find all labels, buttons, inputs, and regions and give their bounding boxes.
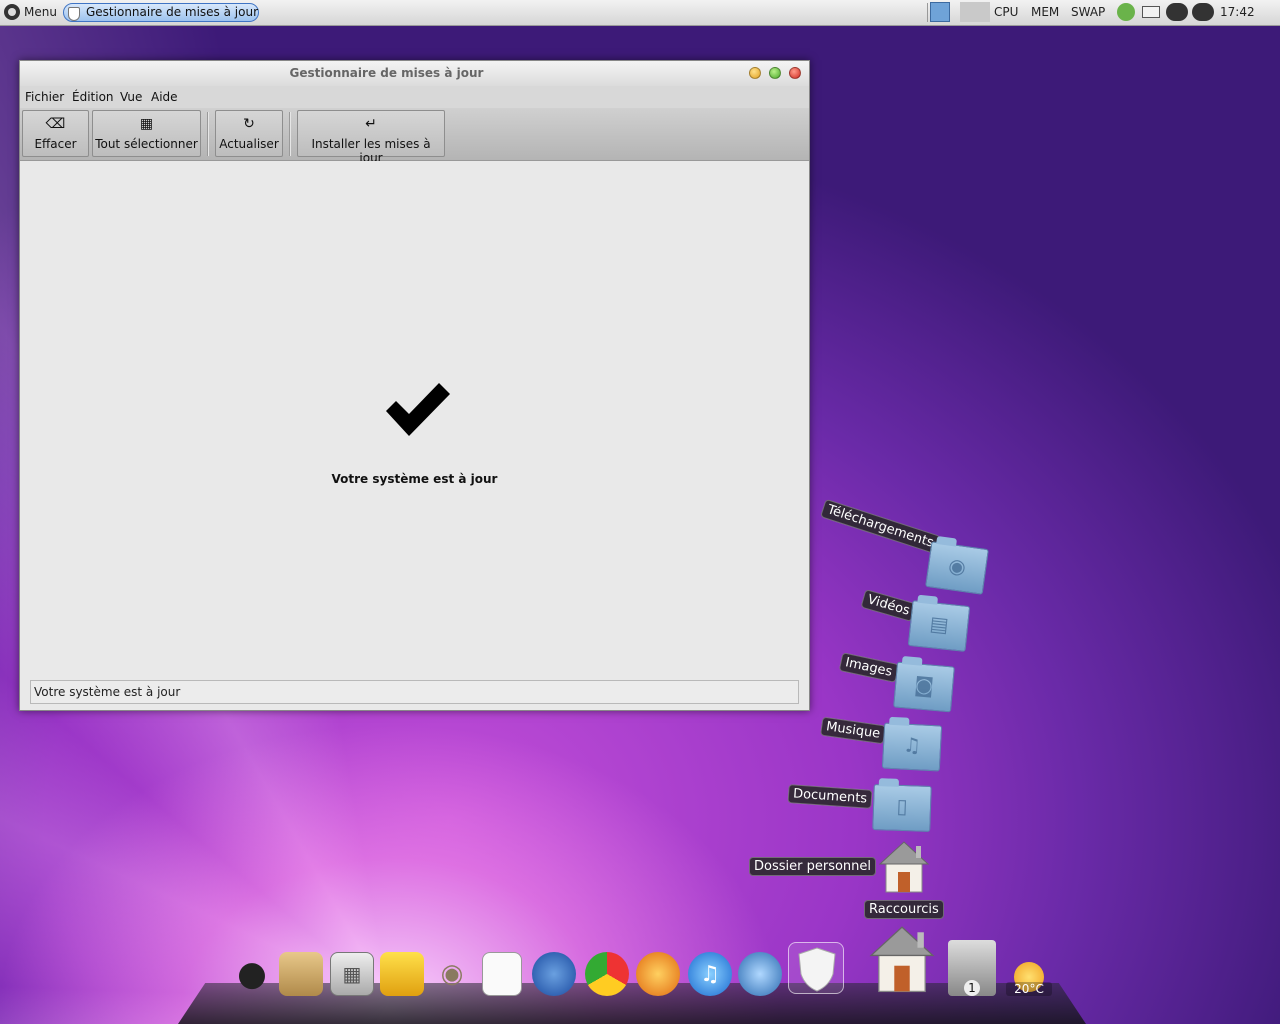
weather-icon[interactable]: 20°C — [1006, 958, 1052, 1002]
stack-item-home-label[interactable]: Dossier personnel — [749, 857, 877, 876]
browser-icon[interactable] — [636, 952, 680, 996]
window-titlebar[interactable]: Gestionnaire de mises à jour — [20, 61, 809, 86]
refresh-button-label: Actualiser — [219, 137, 279, 151]
gimp-icon[interactable]: ◉ — [430, 952, 474, 996]
network-icon[interactable] — [1166, 3, 1188, 21]
menu-fichier[interactable]: Fichier — [25, 86, 64, 108]
update-manager-dock-icon[interactable] — [788, 942, 844, 994]
clear-button-label: Effacer — [34, 137, 77, 151]
checkmark-icon — [386, 383, 450, 436]
menu-edition[interactable]: Édition — [72, 86, 114, 108]
mem-monitor[interactable]: MEM — [1031, 0, 1059, 25]
chrome-icon[interactable] — [585, 952, 629, 996]
shortcuts-label: Raccourcis — [864, 900, 944, 919]
toolbar: ⌫ Effacer ▦ Tout sélectionner ↻ Actualis… — [20, 108, 809, 165]
refresh-icon: ↻ — [243, 116, 255, 132]
trash-icon[interactable]: 1 — [948, 940, 996, 996]
cpu-monitor[interactable]: CPU — [994, 0, 1018, 25]
up-to-date-message: Votre système est à jour — [331, 472, 498, 486]
itunes-icon[interactable]: ♫ — [688, 952, 732, 996]
volume-icon[interactable] — [1192, 3, 1214, 21]
stack-item-images-label[interactable]: Images — [838, 652, 899, 683]
weather-temperature: 20°C — [1006, 982, 1052, 996]
thunderbird-icon[interactable] — [532, 952, 576, 996]
calculator-icon[interactable]: ▦ — [330, 952, 374, 996]
minimize-button[interactable] — [749, 67, 761, 79]
home-folder-icon[interactable] — [876, 838, 932, 894]
update-shield-icon[interactable] — [1117, 3, 1135, 21]
window-title: Gestionnaire de mises à jour — [289, 66, 484, 80]
close-button[interactable] — [789, 67, 801, 79]
select-all-icon: ▦ — [139, 116, 154, 132]
package-manager-icon[interactable] — [279, 952, 323, 996]
update-manager-window: Gestionnaire de mises à jour Fichier Édi… — [19, 60, 810, 711]
install-icon: ↵ — [365, 116, 377, 132]
clear-icon: ⌫ — [45, 116, 66, 132]
stack-item-downloads-label[interactable]: Téléchargements — [820, 498, 941, 555]
mint-menu-icon[interactable] — [4, 4, 20, 20]
install-updates-button[interactable]: ↵ Installer les mises à jour — [297, 110, 445, 165]
update-list-area: Votre système est à jour Votre système e… — [20, 161, 809, 710]
music-folder-icon[interactable]: ♫ — [881, 722, 943, 772]
workspace-1[interactable] — [930, 2, 950, 22]
menubar: Fichier Édition Vue Aide — [20, 86, 809, 108]
menu-vue[interactable]: Vue — [120, 86, 142, 108]
swap-monitor[interactable]: SWAP — [1071, 0, 1105, 25]
stack-item-videos-label[interactable]: Vidéos — [860, 589, 917, 622]
taskbar-item-update-manager[interactable]: Gestionnaire de mises à jour — [63, 3, 259, 22]
maximize-button[interactable] — [769, 67, 781, 79]
toolbar-separator — [289, 112, 291, 156]
videos-folder-icon[interactable]: ▤ — [907, 600, 971, 652]
panel-separator — [927, 3, 928, 22]
mail-icon[interactable] — [1142, 6, 1160, 18]
stack-item-music-label[interactable]: Musique — [819, 716, 887, 745]
text-editor-icon[interactable] — [482, 952, 522, 996]
download-folder-icon[interactable]: ◉ — [925, 541, 989, 595]
stack-item-documents-label[interactable]: Documents — [787, 784, 873, 809]
menu-button[interactable]: Menu — [24, 0, 57, 25]
apple-menu-icon[interactable]: ● — [230, 952, 274, 996]
shortcuts-home-icon[interactable] — [866, 922, 938, 994]
quicktime-icon[interactable] — [738, 952, 782, 996]
games-icon[interactable] — [380, 952, 424, 996]
select-all-button[interactable]: ▦ Tout sélectionner — [92, 110, 201, 157]
trash-count-badge: 1 — [964, 980, 980, 996]
clear-button[interactable]: ⌫ Effacer — [22, 110, 89, 157]
top-panel: Menu Gestionnaire de mises à jour CPU ME… — [0, 0, 1280, 26]
clock[interactable]: 17:42 — [1220, 0, 1255, 25]
shield-icon — [68, 7, 80, 21]
documents-folder-icon[interactable]: ▯ — [872, 784, 932, 832]
menu-aide[interactable]: Aide — [151, 86, 178, 108]
status-text: Votre système est à jour — [34, 685, 181, 699]
select-all-button-label: Tout sélectionner — [95, 137, 198, 151]
refresh-button[interactable]: ↻ Actualiser — [215, 110, 283, 157]
status-bar: Votre système est à jour — [30, 680, 799, 704]
shield-icon — [798, 947, 836, 992]
workspace-2[interactable] — [960, 2, 990, 22]
taskbar-item-label: Gestionnaire de mises à jour — [86, 5, 259, 19]
pictures-folder-icon[interactable]: ◙ — [893, 661, 955, 713]
toolbar-separator — [207, 112, 209, 156]
